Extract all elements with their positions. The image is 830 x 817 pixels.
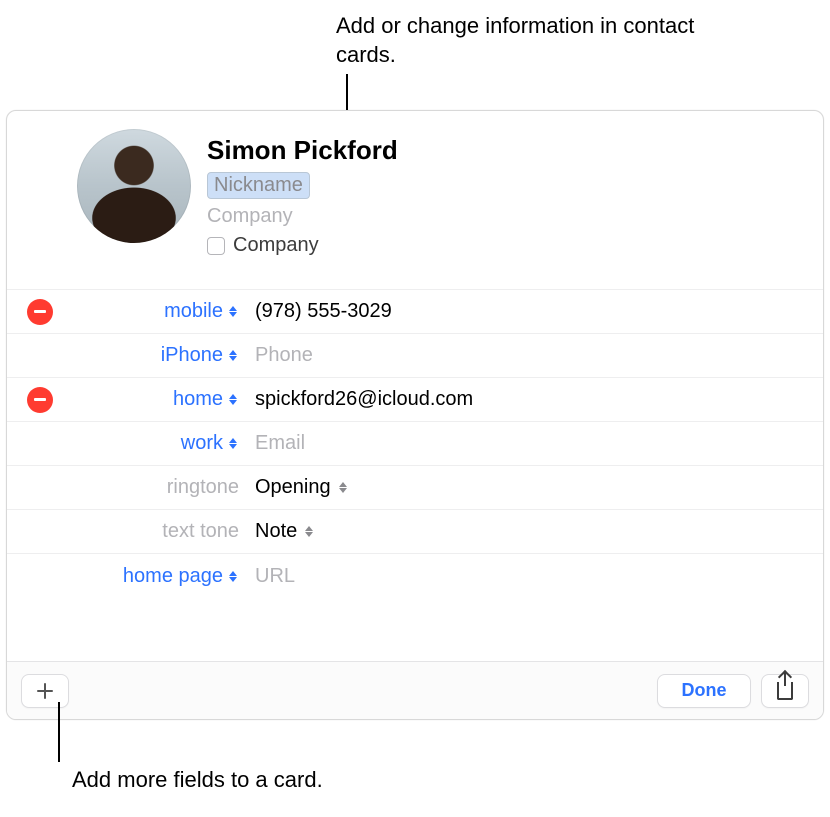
callout-bottom: Add more fields to a card. xyxy=(72,766,323,795)
fields-list: mobile (978) 555-3029 iPhone Phone home … xyxy=(7,289,823,598)
ringtone-popup[interactable]: Opening xyxy=(247,476,823,499)
field-label-popup[interactable]: iPhone xyxy=(73,344,247,367)
field-placeholder[interactable]: Phone xyxy=(255,344,313,367)
field-label-text: home xyxy=(173,388,223,411)
chevrons-icon xyxy=(227,348,239,364)
field-label-static: text tone xyxy=(73,520,247,543)
row-mobile-phone: mobile (978) 555-3029 xyxy=(7,290,823,334)
chevrons-icon xyxy=(227,392,239,408)
field-label-static: ringtone xyxy=(73,476,247,499)
plus-icon xyxy=(37,683,53,699)
field-label-popup[interactable]: home xyxy=(73,388,247,411)
company-checkbox-row: Company xyxy=(207,234,398,257)
row-ringtone: ringtone Opening xyxy=(7,466,823,510)
contact-header: Simon Pickford Nickname Company Company xyxy=(7,111,823,289)
callout-top: Add or change information in contact car… xyxy=(336,12,756,69)
company-checkbox-label: Company xyxy=(233,234,319,257)
row-homepage: home page URL xyxy=(7,554,823,598)
row-work-email: work Email xyxy=(7,422,823,466)
field-placeholder[interactable]: Email xyxy=(255,432,305,455)
field-value[interactable]: (978) 555-3029 xyxy=(255,300,392,323)
name-block: Simon Pickford Nickname Company Company xyxy=(207,135,398,257)
row-home-email: home spickford26@icloud.com xyxy=(7,378,823,422)
chevrons-icon xyxy=(227,568,239,584)
contact-card-window: Simon Pickford Nickname Company Company … xyxy=(6,110,824,720)
row-texttone: text tone Note xyxy=(7,510,823,554)
field-label-popup[interactable]: work xyxy=(73,432,247,455)
field-label-popup[interactable]: mobile xyxy=(73,300,247,323)
field-label-text: home page xyxy=(123,565,223,588)
field-placeholder[interactable]: URL xyxy=(255,565,295,588)
field-value: Note xyxy=(255,520,297,543)
field-label-popup[interactable]: home page xyxy=(73,565,247,588)
callout-line-bottom xyxy=(58,702,60,762)
chevrons-icon xyxy=(227,436,239,452)
field-label-text: mobile xyxy=(164,300,223,323)
add-field-button[interactable] xyxy=(21,674,69,708)
share-icon xyxy=(777,682,793,700)
company-checkbox[interactable] xyxy=(207,237,225,255)
contact-name[interactable]: Simon Pickford xyxy=(207,135,398,166)
chevrons-icon xyxy=(227,304,239,320)
window-footer: Done xyxy=(7,661,823,719)
chevrons-icon xyxy=(337,480,349,496)
field-label-text: iPhone xyxy=(161,344,223,367)
contact-avatar[interactable] xyxy=(77,129,191,243)
texttone-popup[interactable]: Note xyxy=(247,520,823,543)
company-field[interactable]: Company xyxy=(207,205,398,228)
delete-button[interactable] xyxy=(27,299,53,325)
field-label-text: work xyxy=(181,432,223,455)
delete-button[interactable] xyxy=(27,387,53,413)
share-button[interactable] xyxy=(761,674,809,708)
row-iphone-phone: iPhone Phone xyxy=(7,334,823,378)
done-button[interactable]: Done xyxy=(657,674,751,708)
field-label-text: ringtone xyxy=(167,476,239,499)
field-value: Opening xyxy=(255,476,331,499)
chevrons-icon xyxy=(303,524,315,540)
field-label-text: text tone xyxy=(162,520,239,543)
nickname-field[interactable]: Nickname xyxy=(207,172,310,199)
field-value[interactable]: spickford26@icloud.com xyxy=(255,388,473,411)
